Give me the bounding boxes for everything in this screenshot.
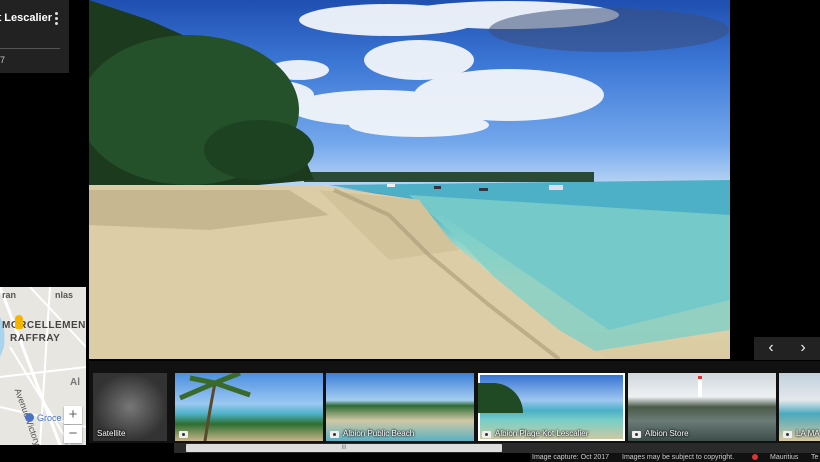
map-label: Groce	[37, 413, 62, 423]
thumbnail-label: LA MA	[796, 429, 820, 438]
zoom-in-button[interactable]: +	[64, 406, 82, 424]
map-label: nlas	[55, 290, 74, 300]
more-options-icon[interactable]	[54, 12, 60, 28]
grocery-pin-icon[interactable]	[25, 413, 34, 422]
next-button[interactable]: ›	[788, 337, 818, 360]
thumbnail-label: Albion Public Beach	[343, 429, 415, 438]
camera-icon	[330, 431, 339, 438]
previous-button[interactable]: ‹	[756, 337, 786, 360]
street-view-photo[interactable]	[89, 0, 730, 359]
zoom-out-button[interactable]: −	[64, 425, 82, 443]
thumbnail-label: Albion Store	[645, 429, 689, 438]
map-label: ran	[2, 290, 17, 300]
camera-icon	[179, 431, 188, 438]
place-info-card[interactable]: Albion Plage Kot Lescalier 7	[0, 0, 69, 73]
country-link[interactable]: Mauritius	[770, 453, 798, 462]
thumbnail-la-ma[interactable]: LA MA	[779, 373, 820, 441]
card-divider	[0, 48, 60, 49]
scrollbar-thumb[interactable]: III	[186, 444, 502, 452]
lighthouse-shape	[698, 376, 702, 397]
thumbnail-albion-store[interactable]: Albion Store	[628, 373, 776, 441]
photo-navigation: ‹ ›	[754, 337, 820, 360]
place-subtitle: 7	[0, 55, 6, 65]
map-label: Al	[70, 377, 80, 388]
footer-bar: Image capture: Oct 2017 Images may be su…	[530, 453, 820, 462]
palm-tree-icon	[179, 373, 251, 441]
tree-shape	[478, 383, 523, 413]
thumbnail-label: Satellite	[97, 429, 126, 438]
beach-scene	[89, 0, 730, 359]
copyright-notice: Images may be subject to copyright.	[622, 454, 735, 461]
camera-icon	[482, 431, 491, 438]
thumbnail-albion-public-beach[interactable]: Albion Public Beach	[326, 373, 474, 441]
thumbnail-satellite[interactable]: Satellite	[93, 373, 167, 441]
photo-filmstrip: Satellite Albion Public Beach Albion Pla…	[89, 361, 820, 443]
filmstrip-scrollbar[interactable]: III	[174, 443, 820, 453]
place-title: Albion Plage Kot Lescalier	[0, 12, 52, 24]
terms-link[interactable]: Te	[811, 453, 818, 462]
mini-map[interactable]: ran nlas MORCELLEMENT RAFFRAY Avenue Vic…	[0, 287, 86, 445]
thumbnail-albion-plage-kot-lescalier[interactable]: Albion Plage Kot Lescalier	[478, 373, 625, 441]
country-flag-icon	[752, 454, 758, 460]
camera-icon	[783, 431, 792, 438]
camera-icon	[632, 431, 641, 438]
map-label: RAFFRAY	[10, 333, 61, 344]
image-capture-date: Image capture: Oct 2017	[532, 454, 610, 461]
thumbnail-label: Albion Plage Kot Lescalier	[495, 429, 589, 438]
thumbnail-beach-palms[interactable]	[175, 373, 323, 441]
pegman-icon[interactable]	[15, 315, 23, 329]
